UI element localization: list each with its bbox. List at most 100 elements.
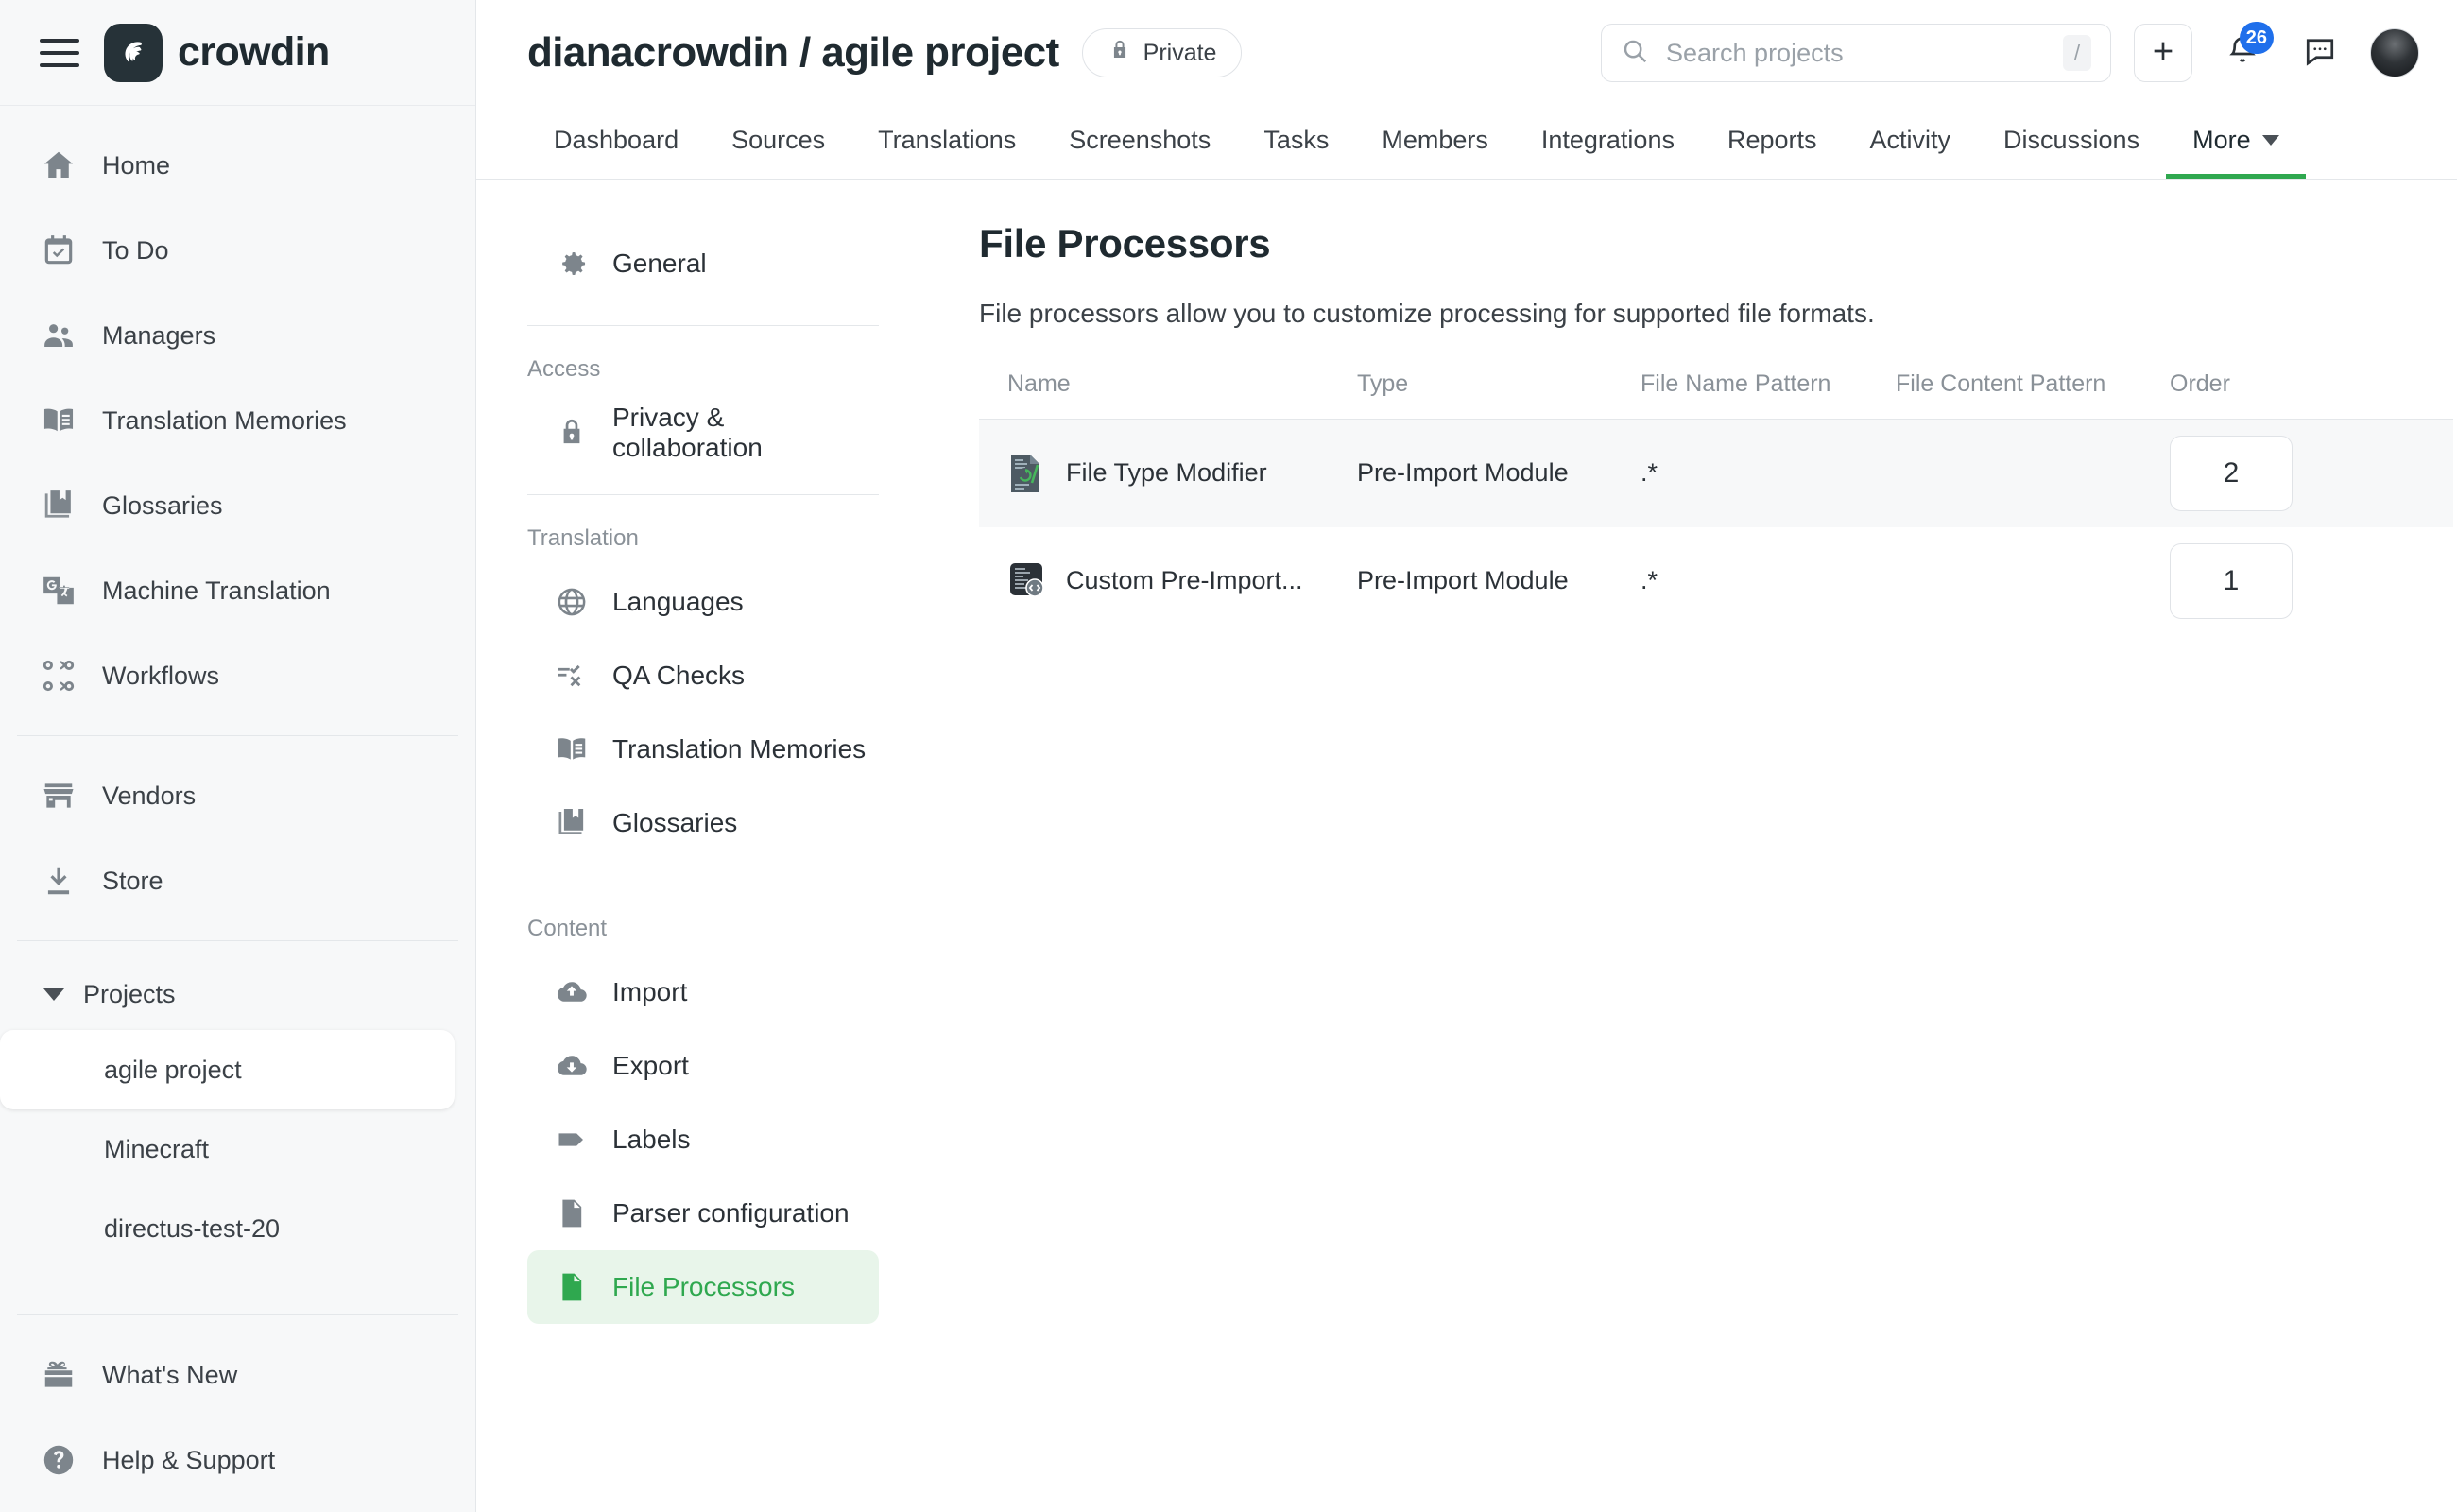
- settings-item-label: File Processors: [612, 1272, 795, 1302]
- settings-item-privacy-collaboration[interactable]: Privacy & collaboration: [527, 396, 879, 470]
- status-badge-private[interactable]: Private: [1082, 28, 1243, 77]
- settings-group-translation: Translation: [527, 520, 920, 565]
- sidebar-item-managers[interactable]: Managers: [0, 293, 475, 378]
- sidebar-item-machine-translation[interactable]: Machine Translation: [0, 548, 475, 633]
- people-icon: [40, 317, 77, 354]
- globe-icon: [554, 584, 590, 620]
- sidebar-project-hyghraph-localization[interactable]: hyghraph localization: [0, 1268, 455, 1297]
- sidebar-item-whats-new[interactable]: What's New: [0, 1332, 475, 1418]
- sidebar-item-to-do[interactable]: To Do: [0, 208, 475, 293]
- column-header-type: Type: [1357, 370, 1641, 420]
- cell-order: 2: [2170, 420, 2453, 527]
- hamburger-menu-icon[interactable]: [40, 33, 79, 73]
- settings-item-qa-checks[interactable]: QA Checks: [527, 639, 879, 713]
- tab-activity[interactable]: Activity: [1844, 106, 1978, 179]
- content-title: File Processors: [979, 221, 2457, 266]
- settings-item-label: General: [612, 249, 707, 279]
- tab-label: Discussions: [2003, 126, 2139, 155]
- settings-divider-2: [527, 494, 879, 495]
- order-input[interactable]: 2: [2170, 436, 2293, 511]
- sidebar-item-glossaries[interactable]: Glossaries: [0, 463, 475, 548]
- storefront-icon: [40, 777, 77, 815]
- sidebar-item-help-support[interactable]: Help & Support: [0, 1418, 475, 1503]
- order-input[interactable]: 1: [2170, 543, 2293, 619]
- settings-group-content: Content: [527, 910, 920, 955]
- question-circle-icon: [40, 1441, 77, 1479]
- settings-item-export[interactable]: Export: [527, 1029, 879, 1103]
- sidebar-item-store[interactable]: Store: [0, 838, 475, 923]
- file-type-modifier-app-icon: [1007, 453, 1045, 494]
- tag-icon: [554, 1122, 590, 1158]
- settings-item-import[interactable]: Import: [527, 955, 879, 1029]
- document-lines-icon: [554, 1195, 590, 1231]
- top-bar: dianacrowdin / agile project Private /: [476, 0, 2457, 106]
- tab-reports[interactable]: Reports: [1701, 106, 1844, 179]
- tab-members[interactable]: Members: [1355, 106, 1515, 179]
- settings-item-glossaries[interactable]: Glossaries: [527, 786, 879, 860]
- crowdin-logo-icon: [104, 24, 163, 82]
- settings-item-label: Translation Memories: [612, 734, 866, 765]
- messages-button[interactable]: [2293, 26, 2347, 80]
- search-input[interactable]: [1666, 39, 2046, 68]
- settings-item-file-processors[interactable]: File Processors: [527, 1250, 879, 1324]
- open-book-icon: [40, 402, 77, 439]
- search-shortcut-key: /: [2063, 35, 2091, 71]
- sidebar-item-vendors[interactable]: Vendors: [0, 753, 475, 838]
- sidebar-item-workflows[interactable]: Workflows: [0, 633, 475, 718]
- settings-group-access: Access: [527, 351, 920, 396]
- avatar[interactable]: [2370, 28, 2419, 77]
- column-header-file-name-pattern: File Name Pattern: [1641, 370, 1896, 420]
- settings-item-label: Export: [612, 1051, 689, 1081]
- tab-integrations[interactable]: Integrations: [1515, 106, 1701, 179]
- sidebar-item-label: Help & Support: [102, 1446, 275, 1475]
- table-row[interactable]: File Type Modifier Pre-Import Module .* …: [979, 420, 2453, 527]
- cell-type: Pre-Import Module: [1357, 527, 1641, 635]
- column-header-file-content-pattern: File Content Pattern: [1896, 370, 2170, 420]
- settings-item-label: Privacy & collaboration: [612, 403, 879, 463]
- notifications-button[interactable]: 26: [2215, 26, 2270, 80]
- cell-type: Pre-Import Module: [1357, 420, 1641, 527]
- caret-down-icon: [43, 988, 64, 1001]
- sidebar-item-translation-memories[interactable]: Translation Memories: [0, 378, 475, 463]
- tab-more[interactable]: More: [2166, 106, 2306, 179]
- sidebar-item-label: Store: [102, 867, 163, 896]
- settings-item-label: Parser configuration: [612, 1198, 850, 1228]
- sidebar-item-home[interactable]: Home: [0, 123, 475, 208]
- sidebar-item-label: Workflows: [102, 662, 219, 691]
- cloud-upload-icon: [554, 974, 590, 1010]
- settings-item-parser-configuration[interactable]: Parser configuration: [527, 1177, 879, 1250]
- tab-tasks[interactable]: Tasks: [1237, 106, 1355, 179]
- content-panel: File Processors File processors allow yo…: [920, 180, 2457, 1512]
- table-row[interactable]: Custom Pre-Import... Pre-Import Module .…: [979, 527, 2453, 635]
- tab-label: Screenshots: [1069, 126, 1211, 155]
- sidebar-project-agile-project[interactable]: agile project: [0, 1030, 455, 1109]
- column-header-order: Order: [2170, 370, 2453, 420]
- search-box[interactable]: /: [1601, 24, 2111, 82]
- tab-screenshots[interactable]: Screenshots: [1042, 106, 1237, 179]
- sidebar-project-label: agile project: [104, 1056, 242, 1085]
- page-title[interactable]: dianacrowdin / agile project: [527, 29, 1059, 77]
- settings-item-languages[interactable]: Languages: [527, 565, 879, 639]
- tab-label: Integrations: [1541, 126, 1675, 155]
- settings-item-translation-memories[interactable]: Translation Memories: [527, 713, 879, 786]
- add-button[interactable]: [2134, 24, 2192, 82]
- cell-name: Custom Pre-Import...: [979, 527, 1357, 635]
- cell-file-content-pattern: [1896, 527, 2170, 635]
- settings-item-labels[interactable]: Labels: [527, 1103, 879, 1177]
- tab-sources[interactable]: Sources: [705, 106, 851, 179]
- sidebar-project-directus-test-20[interactable]: directus-test-20: [0, 1189, 455, 1268]
- tab-translations[interactable]: Translations: [851, 106, 1042, 179]
- settings-item-general[interactable]: General: [527, 227, 879, 301]
- tab-label: Dashboard: [554, 126, 679, 155]
- sidebar-group-projects[interactable]: Projects: [0, 958, 475, 1030]
- tab-label: Sources: [731, 126, 825, 155]
- crowdin-brand[interactable]: crowdin: [104, 24, 330, 82]
- bookmark-book-icon: [40, 487, 77, 524]
- sidebar-project-minecraft[interactable]: Minecraft: [0, 1109, 455, 1189]
- calendar-check-icon: [40, 232, 77, 269]
- tab-label: More: [2192, 126, 2251, 155]
- table-body: File Type Modifier Pre-Import Module .* …: [979, 420, 2453, 635]
- tab-discussions[interactable]: Discussions: [1977, 106, 2166, 179]
- sidebar-header: crowdin: [0, 0, 475, 106]
- tab-dashboard[interactable]: Dashboard: [527, 106, 705, 179]
